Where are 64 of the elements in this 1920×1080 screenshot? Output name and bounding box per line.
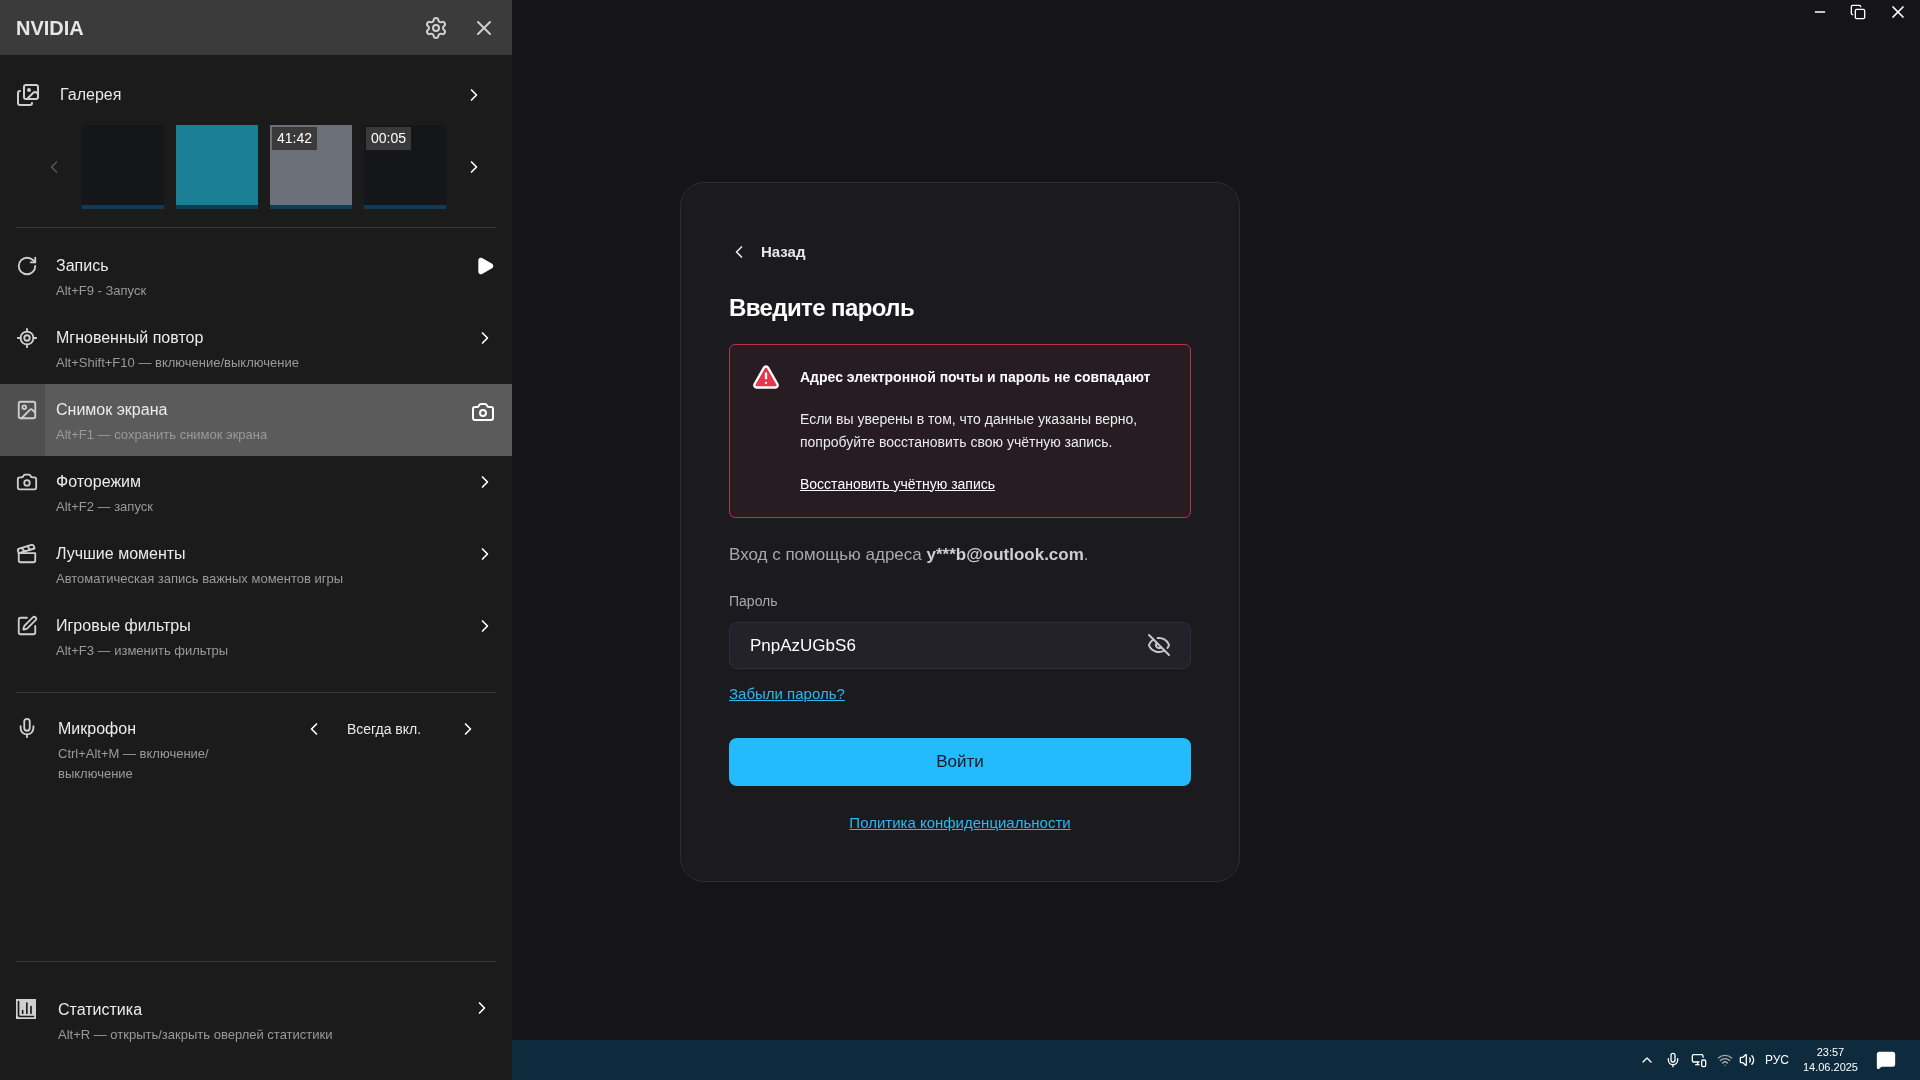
menu-item-title: Мгновенный повтор — [56, 328, 205, 348]
menu-item[interactable]: Фоторежим Alt+F2 — запуск — [0, 456, 512, 528]
privacy-link[interactable]: Политика конфиденциальности — [849, 811, 1071, 834]
restore-account-link[interactable]: Восстановить учётную запись — [800, 473, 1170, 495]
chart-icon — [16, 998, 36, 1019]
edit-icon — [15, 615, 38, 637]
clock[interactable]: 23:57 14.06.2025 — [1802, 1045, 1858, 1075]
app-title: NVIDIA — [16, 15, 85, 41]
image-icon — [15, 399, 38, 421]
menu-item-title: Статистика — [58, 999, 144, 1020]
record-icon — [15, 255, 38, 277]
volume-icon[interactable] — [1738, 1052, 1755, 1068]
back-link[interactable]: Назад — [729, 241, 806, 264]
password-label: Пароль — [729, 592, 779, 611]
menu-item[interactable]: Снимок экрана Alt+F1 — сохранить снимок экрана — [0, 384, 512, 456]
shortcut-hint: Alt+Shift+F10 — включение/выключение — [56, 354, 300, 372]
alert-title: Адрес электронной почты и пароль не совпадают — [800, 367, 1152, 387]
menu-item-title: Микрофон — [58, 719, 137, 739]
alert-message: Если вы уверены в том, что данные указаны верно, попробуйте восстановить свою учётную запись. — [800, 409, 1139, 452]
menu-item[interactable]: Лучшие моменты Автоматическая запись важных моментов игры — [0, 528, 512, 600]
replay-icon — [15, 327, 38, 349]
shortcut-hint: Alt+F2 — запуск — [56, 498, 154, 516]
language-indicator[interactable]: РУС — [1764, 1051, 1789, 1069]
menu-item[interactable]: Мгновенный повтор Alt+Shift+F10 — включение/выключение — [0, 312, 512, 384]
shortcut-hint: Ctrl+Alt+M — включение/ выключение — [58, 745, 210, 783]
restore-icon[interactable] — [1850, 4, 1866, 20]
menu-item-title: Лучшие моменты — [56, 544, 187, 564]
wifi-icon[interactable] — [1716, 1052, 1733, 1068]
shortcut-hint: Alt+F3 — изменить фильтры — [56, 642, 230, 660]
menu-item-title: Снимок экрана — [56, 400, 169, 420]
menu-item-title: Запись — [56, 256, 110, 276]
forgot-password-link[interactable]: Забыли пароль? — [729, 683, 845, 706]
gallery-icon — [16, 83, 40, 107]
shortcut-hint: Alt+F9 - Запуск — [56, 282, 148, 300]
login-button[interactable]: Войти — [729, 737, 1191, 786]
clapperboard-icon — [15, 543, 38, 565]
hide-password-icon[interactable] — [1147, 633, 1171, 657]
microphone-mode: Всегда вкл. — [345, 720, 423, 739]
screenshot-thumbnail[interactable] — [82, 125, 164, 209]
video-thumbnail[interactable]: 00:05 — [364, 125, 446, 209]
camera-icon — [15, 471, 38, 493]
menu-item-title[interactable]: Галерея — [60, 83, 464, 107]
shortcut-hint: Автоматическая запись важных моментов игры — [56, 570, 345, 588]
menu-item-title: Игровые фильтры — [56, 616, 192, 636]
video-thumbnail[interactable]: 41:42 — [270, 125, 352, 209]
password-field[interactable]: PnpAzUGbS6 — [729, 622, 1191, 669]
screenshot-thumbnail[interactable] — [176, 125, 258, 209]
signin-info: Вход с помощью адреса y***b@outlook.com. — [729, 543, 1090, 566]
shortcut-hint: Alt+R — открыть/закрыть оверлей статистики — [58, 1025, 334, 1044]
shortcut-hint: Alt+F1 — сохранить снимок экрана — [56, 426, 269, 444]
clock-time: 23:57 — [1816, 1045, 1845, 1060]
clock-date: 14.06.2025 — [1802, 1060, 1858, 1075]
menu-item[interactable]: Игровые фильтры Alt+F3 — изменить фильтры — [0, 600, 512, 672]
play-icon[interactable] — [475, 256, 495, 276]
monitor-icon[interactable] — [1690, 1052, 1707, 1068]
video-duration: 00:05 — [366, 127, 412, 150]
camera-icon[interactable] — [471, 400, 495, 424]
settings-icon[interactable] — [424, 15, 448, 40]
menu-item-title: Фоторежим — [56, 472, 142, 492]
notifications-icon[interactable] — [1876, 1050, 1896, 1070]
menu-item[interactable]: Запись Alt+F9 - Запуск — [0, 240, 512, 312]
page-title: Введите пароль — [729, 292, 916, 323]
video-duration: 41:42 — [272, 127, 318, 150]
warning-icon — [752, 362, 780, 391]
